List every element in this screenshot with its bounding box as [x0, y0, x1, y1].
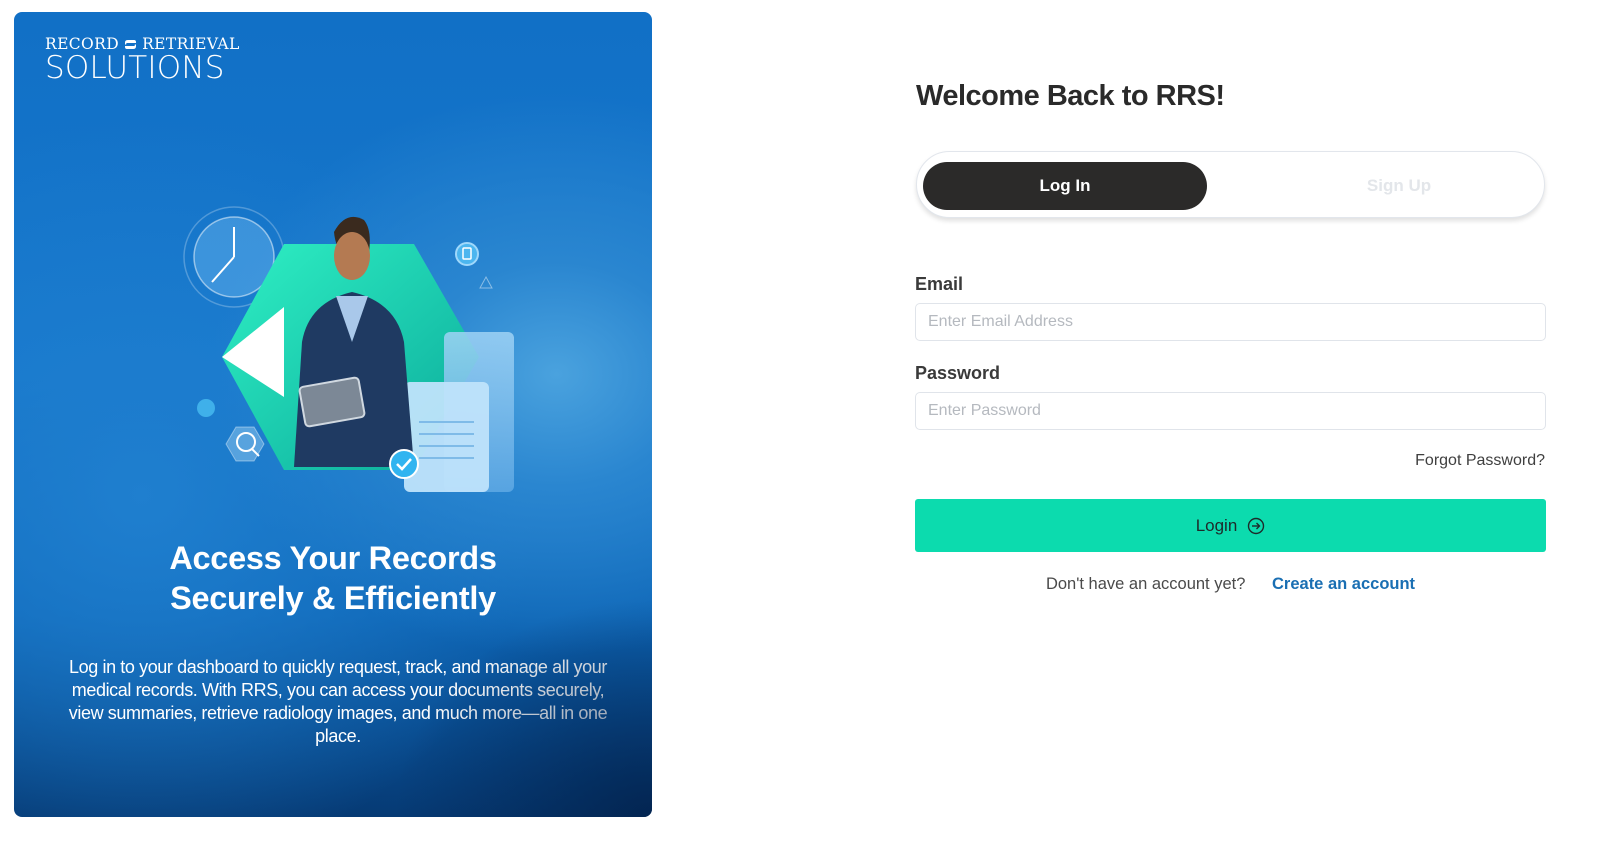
email-field[interactable] — [915, 303, 1546, 341]
tab-sign-up[interactable]: Sign Up — [1257, 162, 1541, 210]
forgot-password-link[interactable]: Forgot Password? — [1415, 452, 1545, 470]
create-account-link[interactable]: Create an account — [1272, 575, 1415, 593]
hero-title-line2: Securely & Efficiently — [170, 580, 496, 616]
signup-prompt: Don't have an account yet? Create an acc… — [915, 575, 1546, 594]
hero-illustration — [183, 206, 514, 492]
password-field[interactable] — [915, 392, 1546, 430]
no-account-text: Don't have an account yet? — [1045, 575, 1246, 593]
hero-description: Log in to your dashboard to quickly requ… — [68, 657, 608, 746]
logo-bottom-text: SOLUTIONS — [45, 50, 225, 86]
login-button-label: Login — [1195, 515, 1238, 535]
password-label: Password — [915, 363, 1001, 383]
email-label: Email — [915, 274, 964, 294]
rrs-logo-mark-icon — [125, 39, 137, 49]
auth-tabs: Log In Sign Up — [916, 151, 1545, 218]
hero-title-line1: Access Your Records — [169, 540, 497, 576]
login-form: Welcome Back to RRS! Log In Sign Up Emai… — [915, 0, 1547, 847]
hero-panel: RECORD RETRIEVAL SOLUTIONS Access Your R… — [14, 12, 652, 817]
hero-title: Access Your Records Securely & Efficient… — [14, 538, 652, 618]
page-title: Welcome Back to RRS! — [916, 80, 1225, 112]
brand-logo: RECORD RETRIEVAL SOLUTIONS — [45, 35, 240, 86]
login-button[interactable]: Login — [915, 499, 1546, 552]
arrow-right-circle-icon — [1248, 517, 1265, 534]
tab-log-in[interactable]: Log In — [923, 162, 1207, 210]
